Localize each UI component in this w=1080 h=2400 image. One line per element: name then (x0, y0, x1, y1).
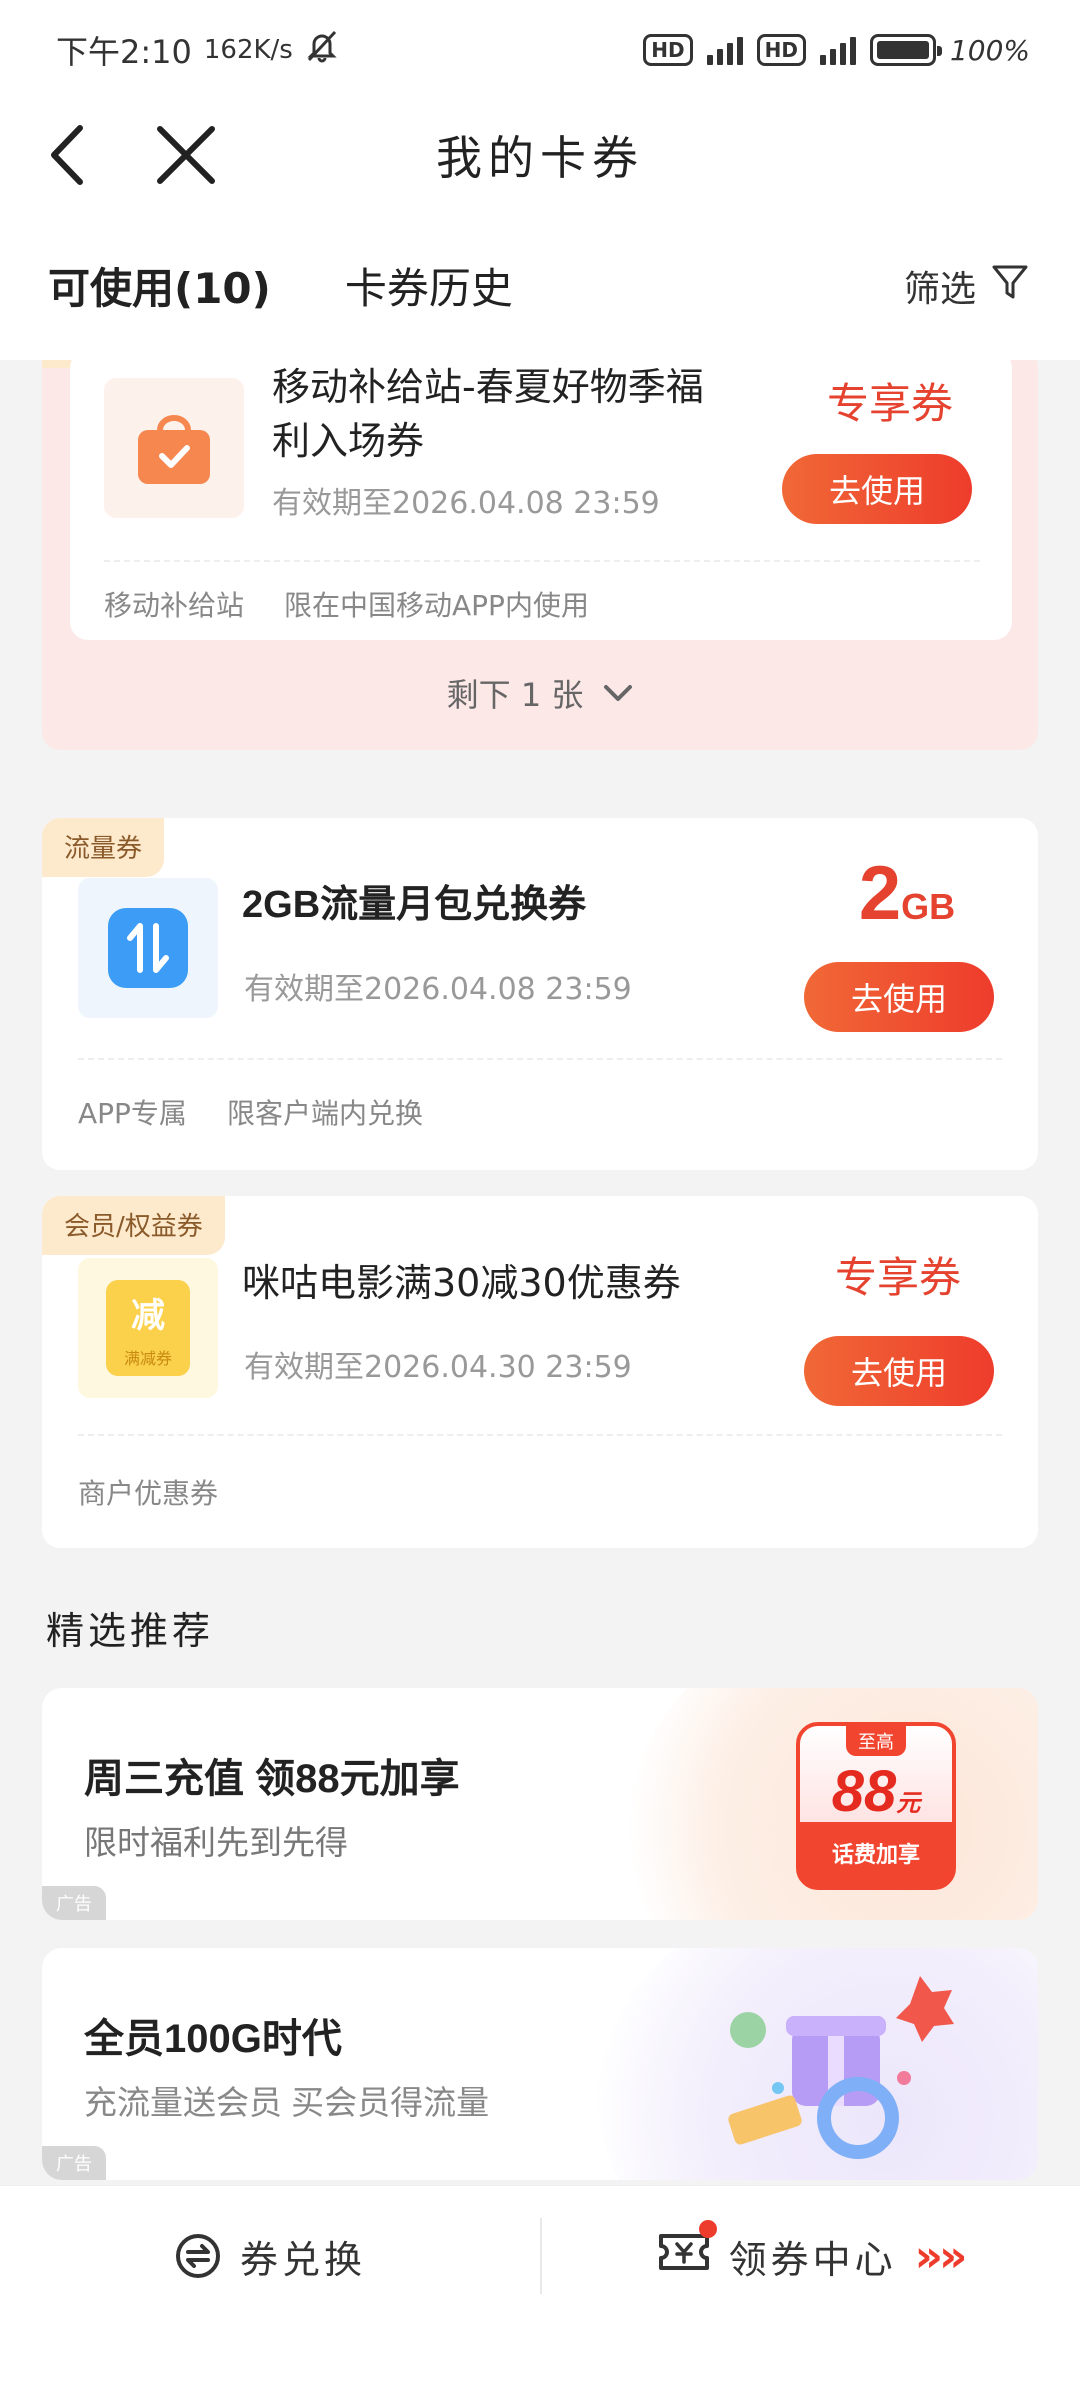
coupon-usage-rule: 限在中国移动APP内使用 (284, 589, 589, 622)
tab-bar: 可使用(10) 卡券历史 筛选 (0, 210, 1080, 360)
thumb-sub-text: 满减券 (123, 1348, 172, 1368)
signal-icon (819, 35, 856, 65)
status-time: 下午2:10 (56, 33, 192, 71)
coupon-footer: 移动补给站 限在中国移动APP内使用 (104, 584, 589, 624)
coupon-title: 2GB流量月包兑换券 (242, 884, 587, 926)
coupon-thumb (78, 878, 218, 1018)
coupon-footer: APP专属 限客户端内兑换 (78, 1092, 423, 1132)
filter-label: 筛选 (903, 269, 976, 310)
tab-available[interactable]: 可使用(10) (48, 255, 271, 316)
coupon-title-line: 移动补给站-春夏好物季福 (272, 365, 704, 409)
badge-top-text: 至高 (846, 1726, 906, 1756)
discount-coupon-icon: 减 满减券 (106, 1280, 190, 1376)
promo-title: 周三充值 领88元加享 (84, 1757, 460, 1801)
nav-header: 我的卡券 (0, 100, 1080, 210)
coupon-exchange-button[interactable]: 券兑换 (0, 2186, 540, 2326)
divider (104, 560, 980, 562)
coupon-type-label: 专享券 (834, 1253, 961, 1302)
exchange-icon (175, 2234, 220, 2278)
coupon-valid-date: 有效期至2026.04.30 23:59 (244, 1350, 632, 1385)
coupon-thumb: 减 满减券 (78, 1258, 218, 1398)
promo-banner[interactable]: 全员100G时代 充流量送会员 买会员得流量 广告 (42, 1948, 1038, 2180)
signal-icon (706, 35, 743, 65)
coupon-usage-rule: 限客户端内兑换 (226, 1097, 423, 1130)
promo-banner[interactable]: 周三充值 领88元加享 限时福利先到先得 至高 88元 话费加享 广告 (42, 1688, 1038, 1920)
bottom-action-bar: 券兑换 领券中心 »» (0, 2185, 1080, 2400)
gift-box-icon (728, 1976, 954, 2159)
coupon-valid-date: 有效期至2026.04.08 23:59 (244, 972, 632, 1007)
badge-value-number: 88 (831, 1759, 897, 1824)
coupon-merchant: APP专属 (78, 1097, 187, 1130)
promo-subtitle: 限时福利先到先得 (84, 1824, 348, 1861)
expand-remaining[interactable]: 剩下 1 张 (42, 670, 1038, 716)
coupon-merchant: 移动补给站 (104, 589, 245, 622)
coupon-thumb (104, 378, 244, 518)
use-button[interactable]: 去使用 (804, 1336, 994, 1406)
use-button[interactable]: 去使用 (804, 962, 994, 1032)
coupon-exchange-label: 券兑换 (239, 2237, 366, 2282)
coupon-title-line: 利入场券 (272, 419, 425, 463)
double-chevron-right-icon: »» (914, 2230, 968, 2282)
divider (78, 1434, 1002, 1436)
coupon-valid-date: 有效期至2026.04.08 23:59 (272, 486, 660, 521)
data-transfer-icon (108, 908, 188, 988)
chevron-down-icon (604, 685, 633, 701)
filter-button[interactable]: 筛选 (904, 260, 1030, 312)
coupon-title: 移动补给站-春夏好物季福 利入场券 (272, 360, 704, 468)
badge-value-unit: 元 (896, 1790, 921, 1817)
use-button[interactable]: 去使用 (782, 454, 972, 524)
battery-icon (869, 34, 942, 66)
coupon-card[interactable]: 会员/权益券 减 满减券 咪咕电影满30减30优惠券 有效期至2026.04.3… (42, 1196, 1038, 1548)
coupon-group: 移动补给站-春夏好物季福 利入场券 有效期至2026.04.08 23:59 专… (42, 360, 1038, 750)
bonus-88-badge: 至高 88元 话费加享 (796, 1722, 956, 1890)
filter-icon (990, 262, 1030, 311)
badge-bottom-text: 话费加享 (831, 1842, 920, 1867)
hd-icon: HD (756, 34, 806, 66)
battery-level: 100% (949, 33, 1030, 67)
coupon-merchant: 商户优惠券 (78, 1477, 219, 1510)
coupon-tag: 流量券 (42, 818, 165, 877)
remaining-count: 剩下 1 张 (446, 676, 584, 714)
coupon-center-label: 领券中心 (728, 2237, 897, 2282)
divider (78, 1058, 1002, 1060)
ad-badge: 广告 (42, 2146, 106, 2180)
back-icon[interactable] (28, 120, 108, 190)
status-speed: 162K/s (203, 35, 293, 65)
coupon-value-number: 2 (858, 851, 902, 936)
coupon-tag: 会员/权益券 (42, 1196, 225, 1255)
coupon-list[interactable]: 移动补给站-春夏好物季福 利入场券 有效期至2026.04.08 23:59 专… (0, 360, 1080, 2185)
section-title-recommend: 精选推荐 (46, 1609, 215, 1653)
coupon-ticket-icon (657, 2219, 717, 2283)
status-bar: 下午2:10 162K/s HD HD 100% (0, 0, 1080, 100)
coupon-card[interactable]: 流量券 2GB流量月包兑换券 有效期至2026.04.08 23:59 2GB … (42, 818, 1038, 1170)
badge-value: 88元 (832, 1758, 921, 1825)
ad-badge: 广告 (42, 1886, 106, 1920)
status-right: HD HD 100% (643, 34, 1030, 67)
coupon-footer: 商户优惠券 (78, 1472, 218, 1512)
page-title: 我的卡券 (436, 131, 644, 185)
coupon-center-button[interactable]: 领券中心 »» (540, 2186, 1080, 2326)
bell-muted-icon (305, 29, 339, 71)
tab-history[interactable]: 卡券历史 (345, 255, 513, 316)
promo-title: 全员100G时代 (84, 2017, 342, 2061)
thumb-main-text: 减 (131, 1295, 165, 1336)
promo-subtitle: 充流量送会员 买会员得流量 (84, 2084, 490, 2121)
coupon-value-unit: GB (901, 886, 956, 927)
coupon-type-label: 专享券 (826, 379, 953, 428)
shopping-bag-icon (138, 415, 210, 484)
close-icon[interactable] (146, 120, 226, 190)
status-left: 下午2:10 162K/s (56, 27, 339, 73)
notification-dot (698, 2219, 717, 2238)
hd-icon: HD (643, 34, 693, 66)
coupon-value: 2GB (822, 850, 992, 937)
coupon-title: 咪咕电影满30减30优惠券 (242, 1261, 681, 1305)
coupon-card[interactable]: 移动补给站-春夏好物季福 利入场券 有效期至2026.04.08 23:59 专… (70, 360, 1012, 640)
